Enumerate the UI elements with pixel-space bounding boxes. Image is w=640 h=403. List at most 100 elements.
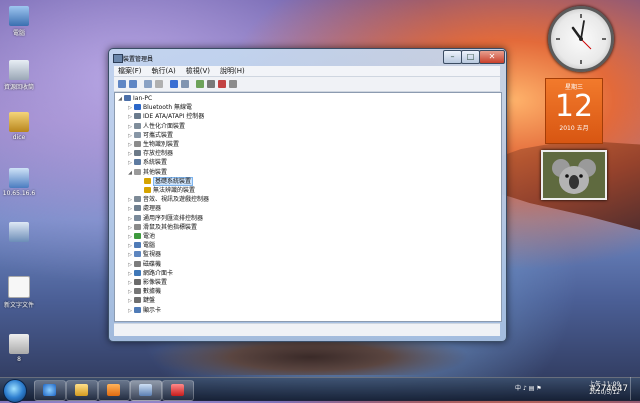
tree-item[interactable]: ▷ 影像裝置 (127, 278, 167, 287)
tree-item-label: 影像裝置 (143, 279, 168, 286)
uninstall-icon[interactable] (218, 80, 226, 88)
desktop-icon-computer[interactable]: 電腦 (2, 6, 36, 37)
minimize-button[interactable]: – (443, 50, 462, 64)
tree-item[interactable]: ▷ 監視器 (127, 250, 161, 259)
tree-item[interactable]: ◢ 其他裝置 (127, 168, 167, 177)
tree-item[interactable]: ▷ 音效、視訊及遊戲控制器 (127, 195, 209, 204)
system-tray[interactable]: 中 ♪ ▤ ⚑ (515, 383, 542, 392)
desktop-icon-label: 新文字文件 (3, 302, 34, 309)
flag-icon[interactable]: ⚑ (536, 385, 541, 392)
device-tree[interactable]: ◢ Ian-PC ▷ Bluetooth 無線電 ▷ IDE ATA/ATAPI 控制器 ▷… (114, 92, 502, 322)
device-category-icon (134, 205, 141, 212)
back-icon[interactable] (118, 80, 126, 88)
taskbar-device-manager[interactable] (130, 380, 162, 401)
calendar-day: 12 (554, 89, 594, 124)
update-driver-icon[interactable] (207, 80, 215, 88)
device-category-icon (134, 159, 141, 166)
device-manager-window[interactable]: 裝置管理員 – □ ✕ 檔案(F) 執行(A) 檢視(V) 說明(H) ◢ Ian-PC… (108, 48, 507, 342)
volume-icon[interactable]: ♪ (523, 385, 527, 392)
device-category-icon (134, 168, 141, 175)
device-category-icon (134, 122, 141, 129)
taskbar-explorer[interactable] (66, 380, 98, 401)
properties-icon[interactable] (181, 80, 189, 88)
tree-item-label: 電腦 (143, 242, 156, 250)
tree-item-label: Bluetooth 無線電 (143, 104, 193, 112)
tree-expander-icon[interactable]: ◢ (127, 169, 133, 178)
tree-item[interactable]: ▷ 存放控制器 (127, 149, 173, 158)
desktop-icon-network[interactable]: 10.65.16.6 (2, 168, 36, 197)
scan-hardware-icon[interactable] (196, 80, 204, 88)
tree-item-label: 基礎系統裝置 (153, 176, 194, 186)
tree-item-label: 顯示卡 (143, 306, 162, 314)
device-category-icon (134, 104, 141, 111)
tree-item-label: 人性化介面裝置 (143, 122, 186, 130)
status-bar (114, 323, 500, 336)
tree-item-label: 其他裝置 (143, 168, 168, 176)
device-category-icon (134, 251, 141, 258)
language-indicator[interactable]: 中 (515, 385, 521, 392)
maximize-button[interactable]: □ (461, 50, 480, 64)
view-icon[interactable] (155, 80, 163, 88)
device-category-icon (134, 150, 141, 157)
disable-icon[interactable] (229, 80, 237, 88)
taskbar-app[interactable] (162, 380, 194, 401)
close-button[interactable]: ✕ (479, 50, 505, 64)
calendar-month: 2010 五月 (559, 125, 589, 132)
tree-item[interactable]: ◢ Ian-PC (117, 94, 152, 103)
slideshow-gadget[interactable] (541, 150, 607, 200)
tree-item[interactable]: ▷ 通用序列匯流排控制器 (127, 214, 203, 223)
network-icon[interactable]: ▤ (529, 385, 535, 392)
tree-item-label: 磁碟機 (143, 260, 162, 268)
tree-item[interactable]: ▷ 數據機 (127, 287, 161, 296)
tree-item-label: 數據機 (143, 288, 162, 296)
show-hide-tree-icon[interactable] (144, 80, 152, 88)
taskbar-ie[interactable] (34, 380, 66, 401)
desktop-icon-recycle-bin[interactable]: 資源回收筒 (2, 60, 36, 91)
tree-item[interactable]: 無法辨識的裝置 (137, 186, 195, 195)
tree-item[interactable]: ▷ 電池 (127, 232, 155, 241)
tree-item-label: 監視器 (143, 251, 162, 259)
tree-item[interactable]: ▷ Bluetooth 無線電 (127, 103, 192, 112)
desktop-icon-shortcut[interactable] (2, 222, 36, 244)
tree-item[interactable]: ▷ 人性化介面裝置 (127, 122, 185, 131)
show-desktop-button[interactable] (630, 377, 640, 400)
clock-gadget[interactable] (548, 6, 614, 72)
calendar-gadget[interactable]: 星期三 12 2010 五月 (545, 78, 603, 144)
menu-help[interactable]: 說明(H) (220, 66, 245, 76)
tree-item[interactable]: ▷ 電腦 (127, 241, 155, 250)
tree-item-label: 生物識別裝置 (143, 141, 180, 148)
desktop-icon-dice[interactable]: dice (2, 112, 36, 141)
device-category-icon (134, 141, 141, 147)
menu-file[interactable]: 檔案(F) (118, 66, 142, 76)
device-category-icon (134, 297, 141, 304)
tree-item[interactable]: ▷ 顯示卡 (127, 306, 161, 315)
desktop-icon-8[interactable]: 8 (2, 334, 36, 363)
menu-action[interactable]: 執行(A) (152, 66, 176, 76)
taskbar-media-player[interactable] (98, 380, 130, 401)
tree-item[interactable]: ▷ 網路介面卡 (127, 269, 173, 278)
forward-icon[interactable] (129, 80, 137, 88)
tree-item[interactable]: ▷ 可攜式裝置 (127, 131, 173, 140)
koala-photo (543, 152, 605, 198)
device-category-icon (124, 95, 131, 101)
desktop-icon-text-file[interactable]: 新文字文件 (2, 276, 36, 309)
tree-item[interactable]: ▷ 鍵盤 (127, 296, 155, 305)
start-button[interactable] (3, 379, 27, 403)
tree-item[interactable]: ▷ 系統裝置 (127, 158, 167, 167)
tree-item[interactable]: ▷ 磁碟機 (127, 260, 161, 269)
tree-expander-icon[interactable]: ▷ (127, 307, 133, 316)
tree-item-label: Ian-PC (133, 95, 153, 102)
tree-item-label: 鍵盤 (143, 297, 156, 305)
device-category-icon (144, 177, 151, 184)
tree-item[interactable]: ▷ 滑鼠及其他指標裝置 (127, 223, 197, 232)
tree-item[interactable]: 基礎系統裝置 (137, 176, 194, 186)
device-category-icon (134, 279, 141, 285)
desktop-icon-label: dice (12, 134, 26, 141)
tree-item[interactable]: ▷ 生物識別裝置 (127, 140, 179, 149)
tree-item-label: 無法辨識的裝置 (153, 187, 196, 194)
help-icon[interactable] (170, 80, 178, 88)
tree-item[interactable]: ▷ IDE ATA/ATAPI 控制器 (127, 112, 204, 121)
tree-expander-icon[interactable]: ◢ (117, 95, 123, 104)
tree-item[interactable]: ▷ 處理器 (127, 204, 161, 213)
menu-view[interactable]: 檢視(V) (186, 66, 210, 76)
